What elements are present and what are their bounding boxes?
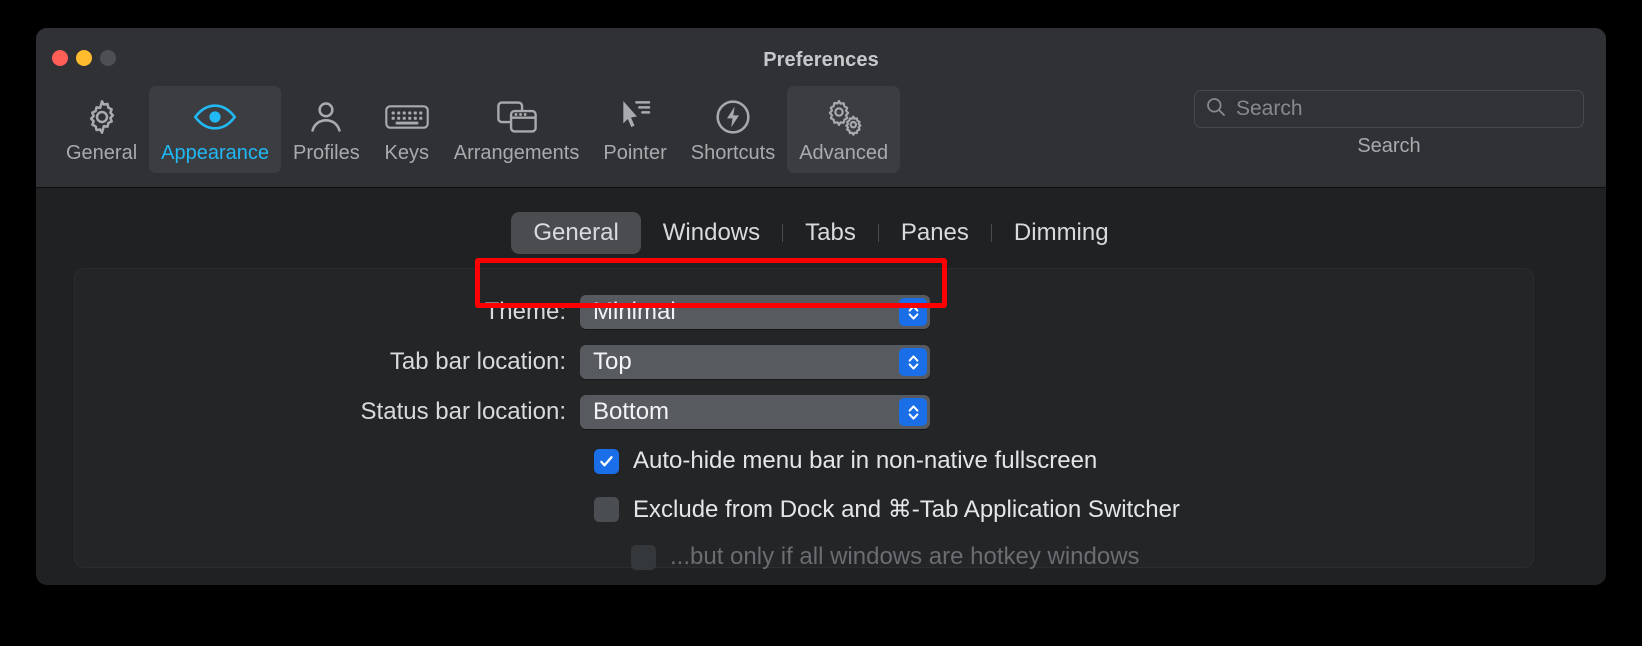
bolt-circle-icon (713, 96, 753, 138)
tab-bar-location-popup-button[interactable]: Top (580, 345, 930, 379)
tab-label: Panes (900, 219, 969, 246)
status-bar-location-label: Status bar location: (360, 398, 566, 425)
autohide-menubar-label: Auto-hide menu bar in non-native fullscr… (633, 447, 1098, 474)
toolbar-item-label: Keys (384, 142, 429, 164)
chevron-up-down-icon[interactable] (899, 398, 927, 426)
tab-dimming[interactable]: Dimming (992, 212, 1131, 254)
tab-bar-location-value: Top (593, 348, 632, 375)
tab-label: General (533, 219, 619, 246)
settings-form: Theme: Minimal Tab bar location: Top Sta… (75, 287, 1533, 581)
search-placeholder: Search (1236, 97, 1303, 120)
toolbar-item-label: Advanced (799, 142, 889, 164)
toolbar-item-advanced[interactable]: Advanced (787, 86, 901, 173)
window-title: Preferences (763, 49, 879, 71)
cursor-icon (615, 96, 655, 138)
toolbar-item-shortcuts[interactable]: Shortcuts (679, 86, 787, 173)
gears-icon (822, 96, 866, 138)
search-sublabel: Search (1357, 135, 1421, 157)
exclude-from-dock-checkbox[interactable] (594, 496, 619, 522)
toolbar-item-label: Appearance (161, 142, 270, 164)
tab-bar-wrap: General Windows Tabs Panes Dimming (36, 212, 1606, 254)
tab-panes[interactable]: Panes (879, 212, 991, 254)
tab-bar: General Windows Tabs Panes Dimming (511, 212, 1130, 254)
toolbar-item-pointer[interactable]: Pointer (591, 86, 678, 173)
autohide-menubar-row[interactable]: Auto-hide menu bar in non-native fullscr… (75, 437, 1533, 485)
tab-label: Tabs (805, 219, 856, 246)
toolbar-item-general[interactable]: General (54, 86, 149, 173)
toolbar-item-profiles[interactable]: Profiles (281, 86, 372, 173)
toolbar-item-label: General (66, 142, 138, 164)
hotkey-windows-only-checkbox (631, 544, 656, 570)
theme-popup-button[interactable]: Minimal (580, 295, 930, 329)
tab-label: Dimming (1013, 219, 1109, 246)
theme-value: Minimal (593, 298, 676, 325)
desktop-background: Preferences General Appearance Profiles … (0, 0, 1642, 646)
toolbar-search-group: Search Search (1194, 90, 1584, 158)
preferences-content: General Windows Tabs Panes Dimming Theme… (36, 188, 1606, 584)
windows-icon (495, 96, 539, 138)
tab-tabs[interactable]: Tabs (783, 212, 878, 254)
search-icon (1205, 96, 1227, 123)
status-bar-location-row: Status bar location: Bottom (75, 387, 1533, 437)
status-bar-location-value: Bottom (593, 398, 670, 425)
eye-icon (192, 96, 238, 138)
toolbar-items: General Appearance Profiles Keys Arrange… (54, 86, 901, 173)
toolbar-item-label: Profiles (293, 142, 360, 164)
status-bar-location-popup-button[interactable]: Bottom (580, 395, 930, 429)
search-input[interactable]: Search (1194, 90, 1584, 128)
toolbar-item-arrangements[interactable]: Arrangements (442, 86, 592, 173)
exclude-from-dock-row[interactable]: Exclude from Dock and ⌘-Tab Application … (75, 485, 1533, 533)
toolbar-item-keys[interactable]: Keys (372, 86, 442, 173)
window-toolbar: Preferences General Appearance Profiles … (36, 28, 1606, 188)
tab-bar-location-row: Tab bar location: Top (75, 337, 1533, 387)
theme-label: Theme: (484, 298, 566, 325)
toolbar-item-label: Shortcuts (690, 142, 776, 164)
hotkey-windows-only-label: ...but only if all windows are hotkey wi… (670, 543, 1140, 570)
autohide-menubar-checkbox[interactable] (594, 448, 619, 474)
tab-general[interactable]: General (511, 212, 641, 254)
tab-label: Windows (662, 219, 761, 246)
chevron-up-down-icon[interactable] (899, 298, 927, 326)
keyboard-icon (384, 96, 430, 138)
settings-panel: Theme: Minimal Tab bar location: Top Sta… (74, 268, 1534, 570)
exclude-from-dock-label: Exclude from Dock and ⌘-Tab Application … (633, 495, 1180, 523)
toolbar-item-label: Arrangements (453, 142, 580, 164)
tab-bar-location-label: Tab bar location: (389, 348, 566, 375)
person-icon (307, 96, 345, 138)
tab-windows[interactable]: Windows (641, 212, 782, 254)
gear-icon (82, 96, 122, 138)
toolbar-item-label: Pointer (603, 142, 667, 164)
chevron-up-down-icon[interactable] (899, 348, 927, 376)
toolbar-item-appearance[interactable]: Appearance (149, 86, 282, 173)
theme-row: Theme: Minimal (75, 287, 1533, 337)
hotkey-windows-only-row: ...but only if all windows are hotkey wi… (75, 533, 1533, 581)
preferences-window: Preferences General Appearance Profiles … (36, 28, 1606, 585)
